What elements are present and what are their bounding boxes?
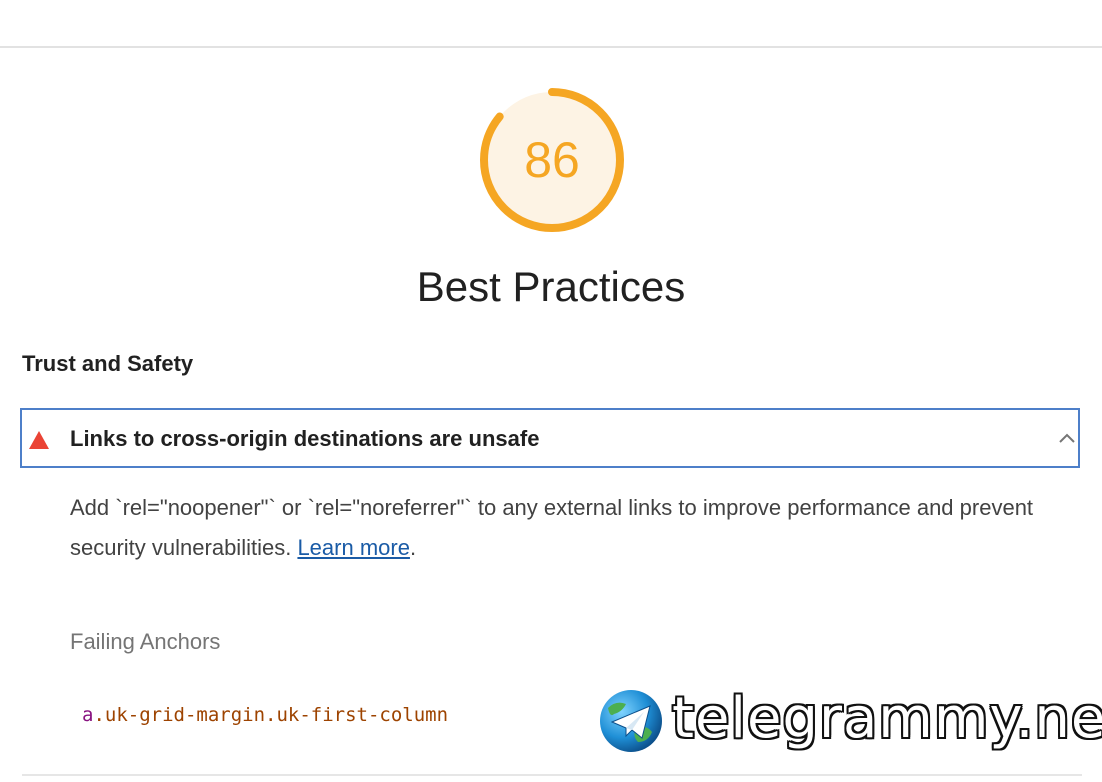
anchor-selector: .uk-grid-margin.uk-first-column xyxy=(93,704,449,726)
details-heading: Failing Anchors xyxy=(70,629,221,654)
bottom-divider xyxy=(22,774,1082,776)
audit-description: Add `rel="noopener"` or `rel="noreferrer… xyxy=(70,488,1060,568)
anchor-tag: a xyxy=(82,704,94,726)
top-divider xyxy=(0,46,1102,48)
score-gauge: 86 xyxy=(478,86,626,234)
watermark-text: telegrammy.net xyxy=(672,686,1102,751)
score-value: 86 xyxy=(524,132,580,188)
learn-more-link[interactable]: Learn more xyxy=(297,535,410,560)
watermark: telegrammy.net xyxy=(598,686,1102,756)
telegram-globe-icon xyxy=(600,690,662,752)
audit-description-end: . xyxy=(409,535,417,560)
audit-title: Links to cross-origin destinations are u… xyxy=(70,426,540,451)
audit-description-text: Add `rel="noopener"` or `rel="noreferrer… xyxy=(70,495,1034,560)
category-title: Best Practices xyxy=(416,263,686,310)
group-title: Trust and Safety xyxy=(22,351,194,376)
fail-triangle-icon xyxy=(29,431,49,449)
failing-anchor-row: a.uk-grid-margin.uk-first-column xyxy=(82,701,448,729)
chevron-up-icon[interactable] xyxy=(1056,428,1078,450)
audit-header[interactable]: Links to cross-origin destinations are u… xyxy=(20,408,1080,468)
